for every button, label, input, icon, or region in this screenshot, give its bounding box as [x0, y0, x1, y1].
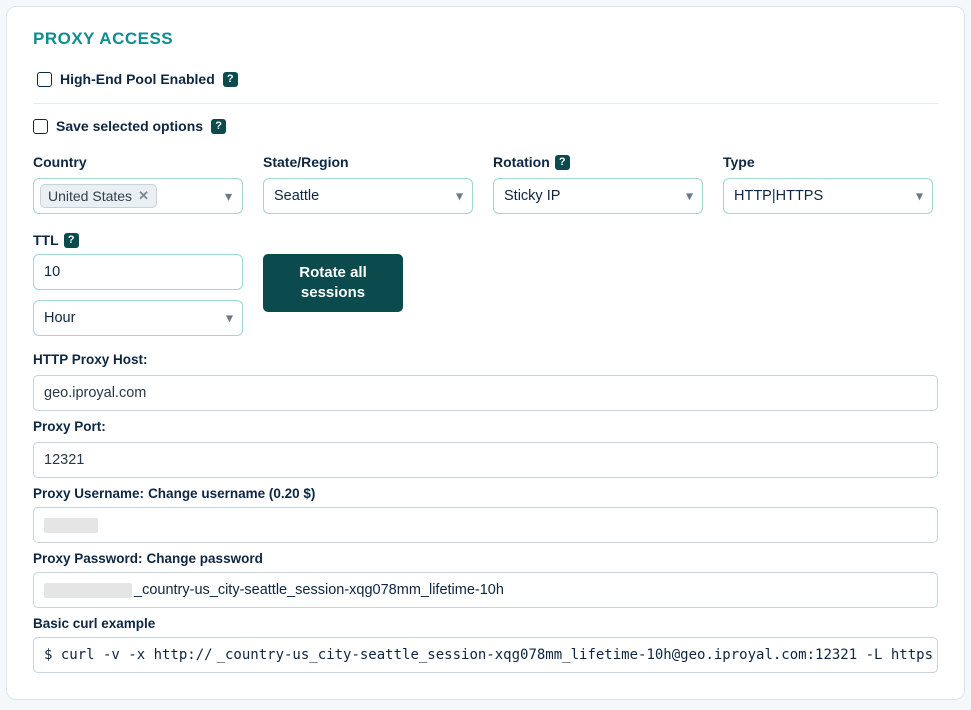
country-chip: United States ✕ — [40, 184, 157, 208]
curl-field: Basic curl example $ curl -v -x http:// … — [33, 616, 938, 673]
ttl-value-input[interactable] — [33, 254, 243, 290]
help-icon[interactable]: ? — [555, 155, 570, 170]
rotation-col: Rotation ? Sticky IP ▾ — [493, 154, 703, 214]
username-input[interactable] — [33, 507, 938, 543]
redacted-block — [44, 518, 98, 533]
curl-prefix: $ curl -v -x http:// — [44, 647, 213, 663]
rotation-select[interactable]: Sticky IP — [493, 178, 703, 214]
state-label: State/Region — [263, 154, 473, 170]
username-label-row: Proxy Username: Change username (0.20 $) — [33, 486, 938, 501]
high-end-row: High-End Pool Enabled ? — [37, 71, 938, 87]
password-input[interactable]: _country-us_city-seattle_session-xqg078m… — [33, 572, 938, 608]
rotation-label: Rotation ? — [493, 154, 703, 170]
divider — [33, 103, 938, 104]
type-select-wrap: HTTP|HTTPS ▾ — [723, 178, 933, 214]
port-field: Proxy Port: — [33, 419, 938, 478]
host-label: HTTP Proxy Host: — [33, 352, 938, 367]
redacted-block — [44, 583, 132, 598]
proxy-access-panel: PROXY ACCESS High-End Pool Enabled ? Sav… — [6, 6, 965, 700]
help-icon[interactable]: ? — [223, 72, 238, 87]
save-options-label: Save selected options — [56, 118, 203, 134]
save-options-row: Save selected options ? — [33, 118, 938, 134]
username-field: Proxy Username: Change username (0.20 $) — [33, 486, 938, 543]
change-password-link[interactable]: Change password — [147, 551, 263, 566]
type-select[interactable]: HTTP|HTTPS — [723, 178, 933, 214]
ttl-label: TTL — [33, 232, 59, 248]
password-field: Proxy Password: Change password _country… — [33, 551, 938, 608]
ttl-inputs: Hour ▾ — [33, 254, 243, 336]
host-field: HTTP Proxy Host: — [33, 352, 938, 411]
chevron-down-icon: ▾ — [225, 188, 232, 205]
close-icon[interactable]: ✕ — [138, 188, 149, 204]
change-username-link[interactable]: Change username (0.20 $) — [148, 486, 315, 501]
form-row-1: Country United States ✕ ▾ State/Region S… — [33, 154, 938, 214]
port-input[interactable] — [33, 442, 938, 478]
password-suffix: _country-us_city-seattle_session-xqg078m… — [134, 582, 504, 598]
type-col: Type HTTP|HTTPS ▾ — [723, 154, 933, 214]
username-label: Proxy Username: — [33, 486, 144, 501]
curl-output[interactable]: $ curl -v -x http:// _country-us_city-se… — [33, 637, 938, 673]
ttl-label-row: TTL ? — [33, 232, 938, 248]
save-options-checkbox[interactable] — [33, 119, 48, 134]
ttl-unit-select[interactable]: Hour — [33, 300, 243, 336]
rotate-sessions-button[interactable]: Rotate all sessions — [263, 254, 403, 312]
ttl-row: Hour ▾ Rotate all sessions — [33, 254, 938, 336]
page-title: PROXY ACCESS — [33, 29, 938, 49]
rotation-select-wrap: Sticky IP ▾ — [493, 178, 703, 214]
high-end-label: High-End Pool Enabled — [60, 71, 215, 87]
high-end-checkbox[interactable] — [37, 72, 52, 87]
help-icon[interactable]: ? — [211, 119, 226, 134]
state-col: State/Region Seattle ▾ — [263, 154, 473, 214]
curl-label: Basic curl example — [33, 616, 938, 631]
port-label: Proxy Port: — [33, 419, 938, 434]
country-label: Country — [33, 154, 243, 170]
country-chip-text: United States — [48, 188, 132, 204]
country-select[interactable]: United States ✕ ▾ — [33, 178, 243, 214]
state-select[interactable]: Seattle — [263, 178, 473, 214]
curl-suffix: _country-us_city-seattle_session-xqg078m… — [217, 647, 933, 663]
state-value: Seattle — [274, 188, 319, 204]
state-select-wrap: Seattle ▾ — [263, 178, 473, 214]
type-label: Type — [723, 154, 933, 170]
password-label: Proxy Password: — [33, 551, 143, 566]
country-col: Country United States ✕ ▾ — [33, 154, 243, 214]
help-icon[interactable]: ? — [64, 233, 79, 248]
password-label-row: Proxy Password: Change password — [33, 551, 938, 566]
host-input[interactable] — [33, 375, 938, 411]
